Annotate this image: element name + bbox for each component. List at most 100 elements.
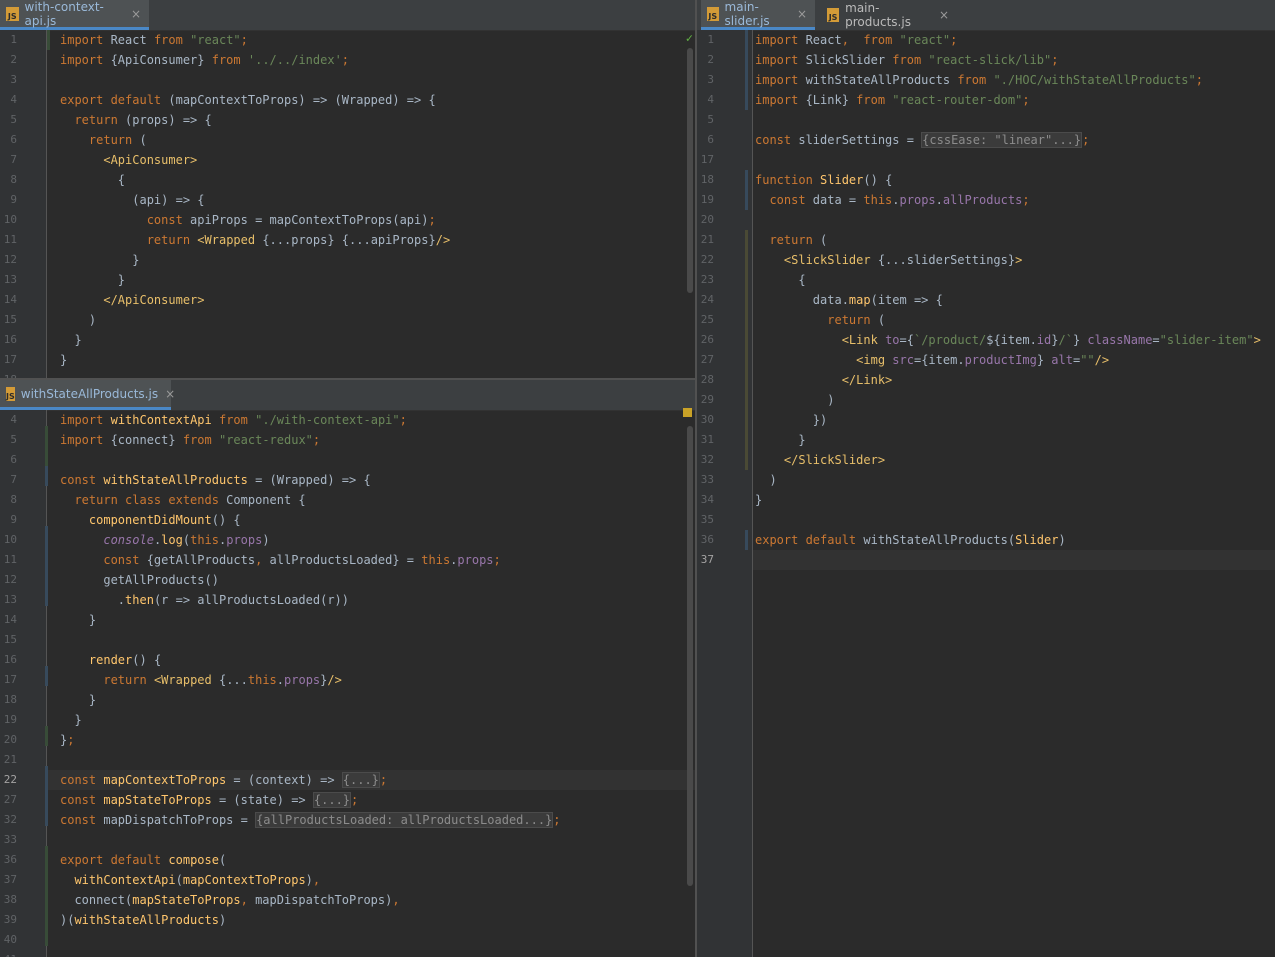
code-line[interactable]: } [47, 270, 695, 290]
close-icon[interactable]: × [939, 8, 949, 22]
code-line[interactable]: } [753, 490, 1275, 510]
code-line[interactable]: <img src={item.productImg} alt=""/> [753, 350, 1275, 370]
editor-pane-main-slider[interactable]: JS main-slider.js × JS main-products.js … [697, 0, 1275, 957]
code-line[interactable]: return ( [47, 130, 695, 150]
code-line[interactable]: }) [753, 410, 1275, 430]
code-line[interactable]: } [47, 690, 695, 710]
tab-main-slider[interactable]: JS main-slider.js × [701, 0, 815, 30]
code-line[interactable]: const mapDispatchToProps = {allProductsL… [47, 810, 695, 830]
code-line[interactable]: import withContextApi from "./with-conte… [47, 410, 695, 430]
vcs-change-marker [745, 30, 748, 110]
line-number: 7 [10, 153, 17, 166]
code-line[interactable]: )(withStateAllProducts) [47, 910, 695, 930]
code-line[interactable] [47, 370, 695, 378]
line-number: 5 [10, 433, 17, 446]
code-line[interactable]: } [47, 710, 695, 730]
code-line[interactable]: console.log(this.props) [47, 530, 695, 550]
code-line[interactable] [753, 150, 1275, 170]
code-line[interactable]: <Link to={`/product/${item.id}/`} classN… [753, 330, 1275, 350]
code-line[interactable]: const mapContextToProps = (context) => {… [47, 770, 695, 790]
code-line[interactable]: data.map(item => { [753, 290, 1275, 310]
code-line[interactable] [753, 110, 1275, 130]
code-line[interactable]: import React from "react"; [47, 30, 695, 50]
code-line[interactable]: } [753, 430, 1275, 450]
code-line[interactable]: const data = this.props.allProducts; [753, 190, 1275, 210]
code-line[interactable]: getAllProducts() [47, 570, 695, 590]
code-line[interactable] [47, 950, 695, 957]
code-line[interactable]: return <Wrapped {...this.props}/> [47, 670, 695, 690]
line-number: 16 [3, 653, 17, 666]
code-line[interactable]: </Link> [753, 370, 1275, 390]
code-line[interactable]: } [47, 610, 695, 630]
code-line[interactable]: return <Wrapped {...props} {...apiProps}… [47, 230, 695, 250]
close-icon[interactable]: × [165, 387, 175, 401]
code-line[interactable]: <ApiConsumer> [47, 150, 695, 170]
code-line[interactable]: return class extends Component { [47, 490, 695, 510]
code-line[interactable] [47, 750, 695, 770]
line-number: 19 [700, 193, 714, 206]
code-line[interactable] [753, 210, 1275, 230]
code-line[interactable]: } [47, 250, 695, 270]
code-line[interactable] [47, 630, 695, 650]
code-line[interactable]: const apiProps = mapContextToProps(api); [47, 210, 695, 230]
code-line[interactable]: .then(r => allProductsLoaded(r)) [47, 590, 695, 610]
code-line[interactable] [47, 450, 695, 470]
code-line[interactable]: import {Link} from "react-router-dom"; [753, 90, 1275, 110]
code-line[interactable]: { [753, 270, 1275, 290]
code-line[interactable]: return ( [753, 310, 1275, 330]
code-line[interactable] [753, 510, 1275, 530]
code-line[interactable] [753, 550, 1275, 570]
scrollbar[interactable] [687, 48, 693, 293]
code-line[interactable] [47, 830, 695, 850]
tab-label: with-context-api.js [24, 0, 104, 28]
code-line[interactable]: (api) => { [47, 190, 695, 210]
code-line[interactable]: const withStateAllProducts = (Wrapped) =… [47, 470, 695, 490]
code-line[interactable]: render() { [47, 650, 695, 670]
code-line[interactable]: }; [47, 730, 695, 750]
code-line[interactable]: import {connect} from "react-redux"; [47, 430, 695, 450]
code-line[interactable]: } [47, 330, 695, 350]
code-line[interactable]: <SlickSlider {...sliderSettings}> [753, 250, 1275, 270]
code-line[interactable]: return ( [753, 230, 1275, 250]
code-line[interactable]: return (props) => { [47, 110, 695, 130]
code-line[interactable]: componentDidMount() { [47, 510, 695, 530]
tab-with-context-api[interactable]: JS with-context-api.js × [0, 0, 149, 30]
code-line[interactable]: ) [47, 310, 695, 330]
tab-label: main-products.js [845, 1, 911, 29]
tab-with-state-all-products[interactable]: JS withStateAllProducts.js × [0, 380, 175, 410]
code-area[interactable]: import React from "react"; import {ApiCon… [47, 30, 695, 378]
code-line[interactable]: import withStateAllProducts from "./HOC/… [753, 70, 1275, 90]
code-line[interactable]: </SlickSlider> [753, 450, 1275, 470]
code-line[interactable] [47, 930, 695, 950]
code-line[interactable]: import SlickSlider from "react-slick/lib… [753, 50, 1275, 70]
scrollbar[interactable] [687, 426, 693, 886]
code-line[interactable]: function Slider() { [753, 170, 1275, 190]
editor-pane-with-state-all-products[interactable]: JS withStateAllProducts.js × import with… [0, 380, 695, 957]
code-line[interactable]: import {ApiConsumer} from '../../index'; [47, 50, 695, 70]
close-icon[interactable]: × [131, 7, 141, 21]
code-line[interactable] [47, 70, 695, 90]
code-area[interactable]: import withContextApi from "./with-conte… [47, 410, 695, 957]
code-line[interactable]: ) [753, 390, 1275, 410]
code-line[interactable]: const mapStateToProps = (state) => {...}… [47, 790, 695, 810]
js-file-icon: JS [6, 386, 15, 401]
code-line[interactable]: export default (mapContextToProps) => (W… [47, 90, 695, 110]
code-line[interactable]: export default compose( [47, 850, 695, 870]
line-number: 38 [3, 893, 17, 906]
code-area[interactable]: import React, from "react"; import SlickS… [753, 30, 1275, 957]
tab-main-products[interactable]: JS main-products.js × [821, 0, 957, 30]
code-line[interactable]: ) [753, 470, 1275, 490]
vcs-change-marker [45, 726, 48, 746]
code-line[interactable]: connect(mapStateToProps, mapDispatchToPr… [47, 890, 695, 910]
code-line[interactable]: const sliderSettings = {cssEase: "linear… [753, 130, 1275, 150]
line-number: 1 [707, 33, 714, 46]
code-line[interactable]: import React, from "react"; [753, 30, 1275, 50]
close-icon[interactable]: × [797, 7, 807, 21]
code-line[interactable]: export default withStateAllProducts(Slid… [753, 530, 1275, 550]
code-line[interactable]: } [47, 350, 695, 370]
code-line[interactable]: withContextApi(mapContextToProps), [47, 870, 695, 890]
editor-pane-with-context-api[interactable]: JS with-context-api.js × import React fr… [0, 0, 695, 378]
code-line[interactable]: const {getAllProducts, allProductsLoaded… [47, 550, 695, 570]
code-line[interactable]: </ApiConsumer> [47, 290, 695, 310]
code-line[interactable]: { [47, 170, 695, 190]
